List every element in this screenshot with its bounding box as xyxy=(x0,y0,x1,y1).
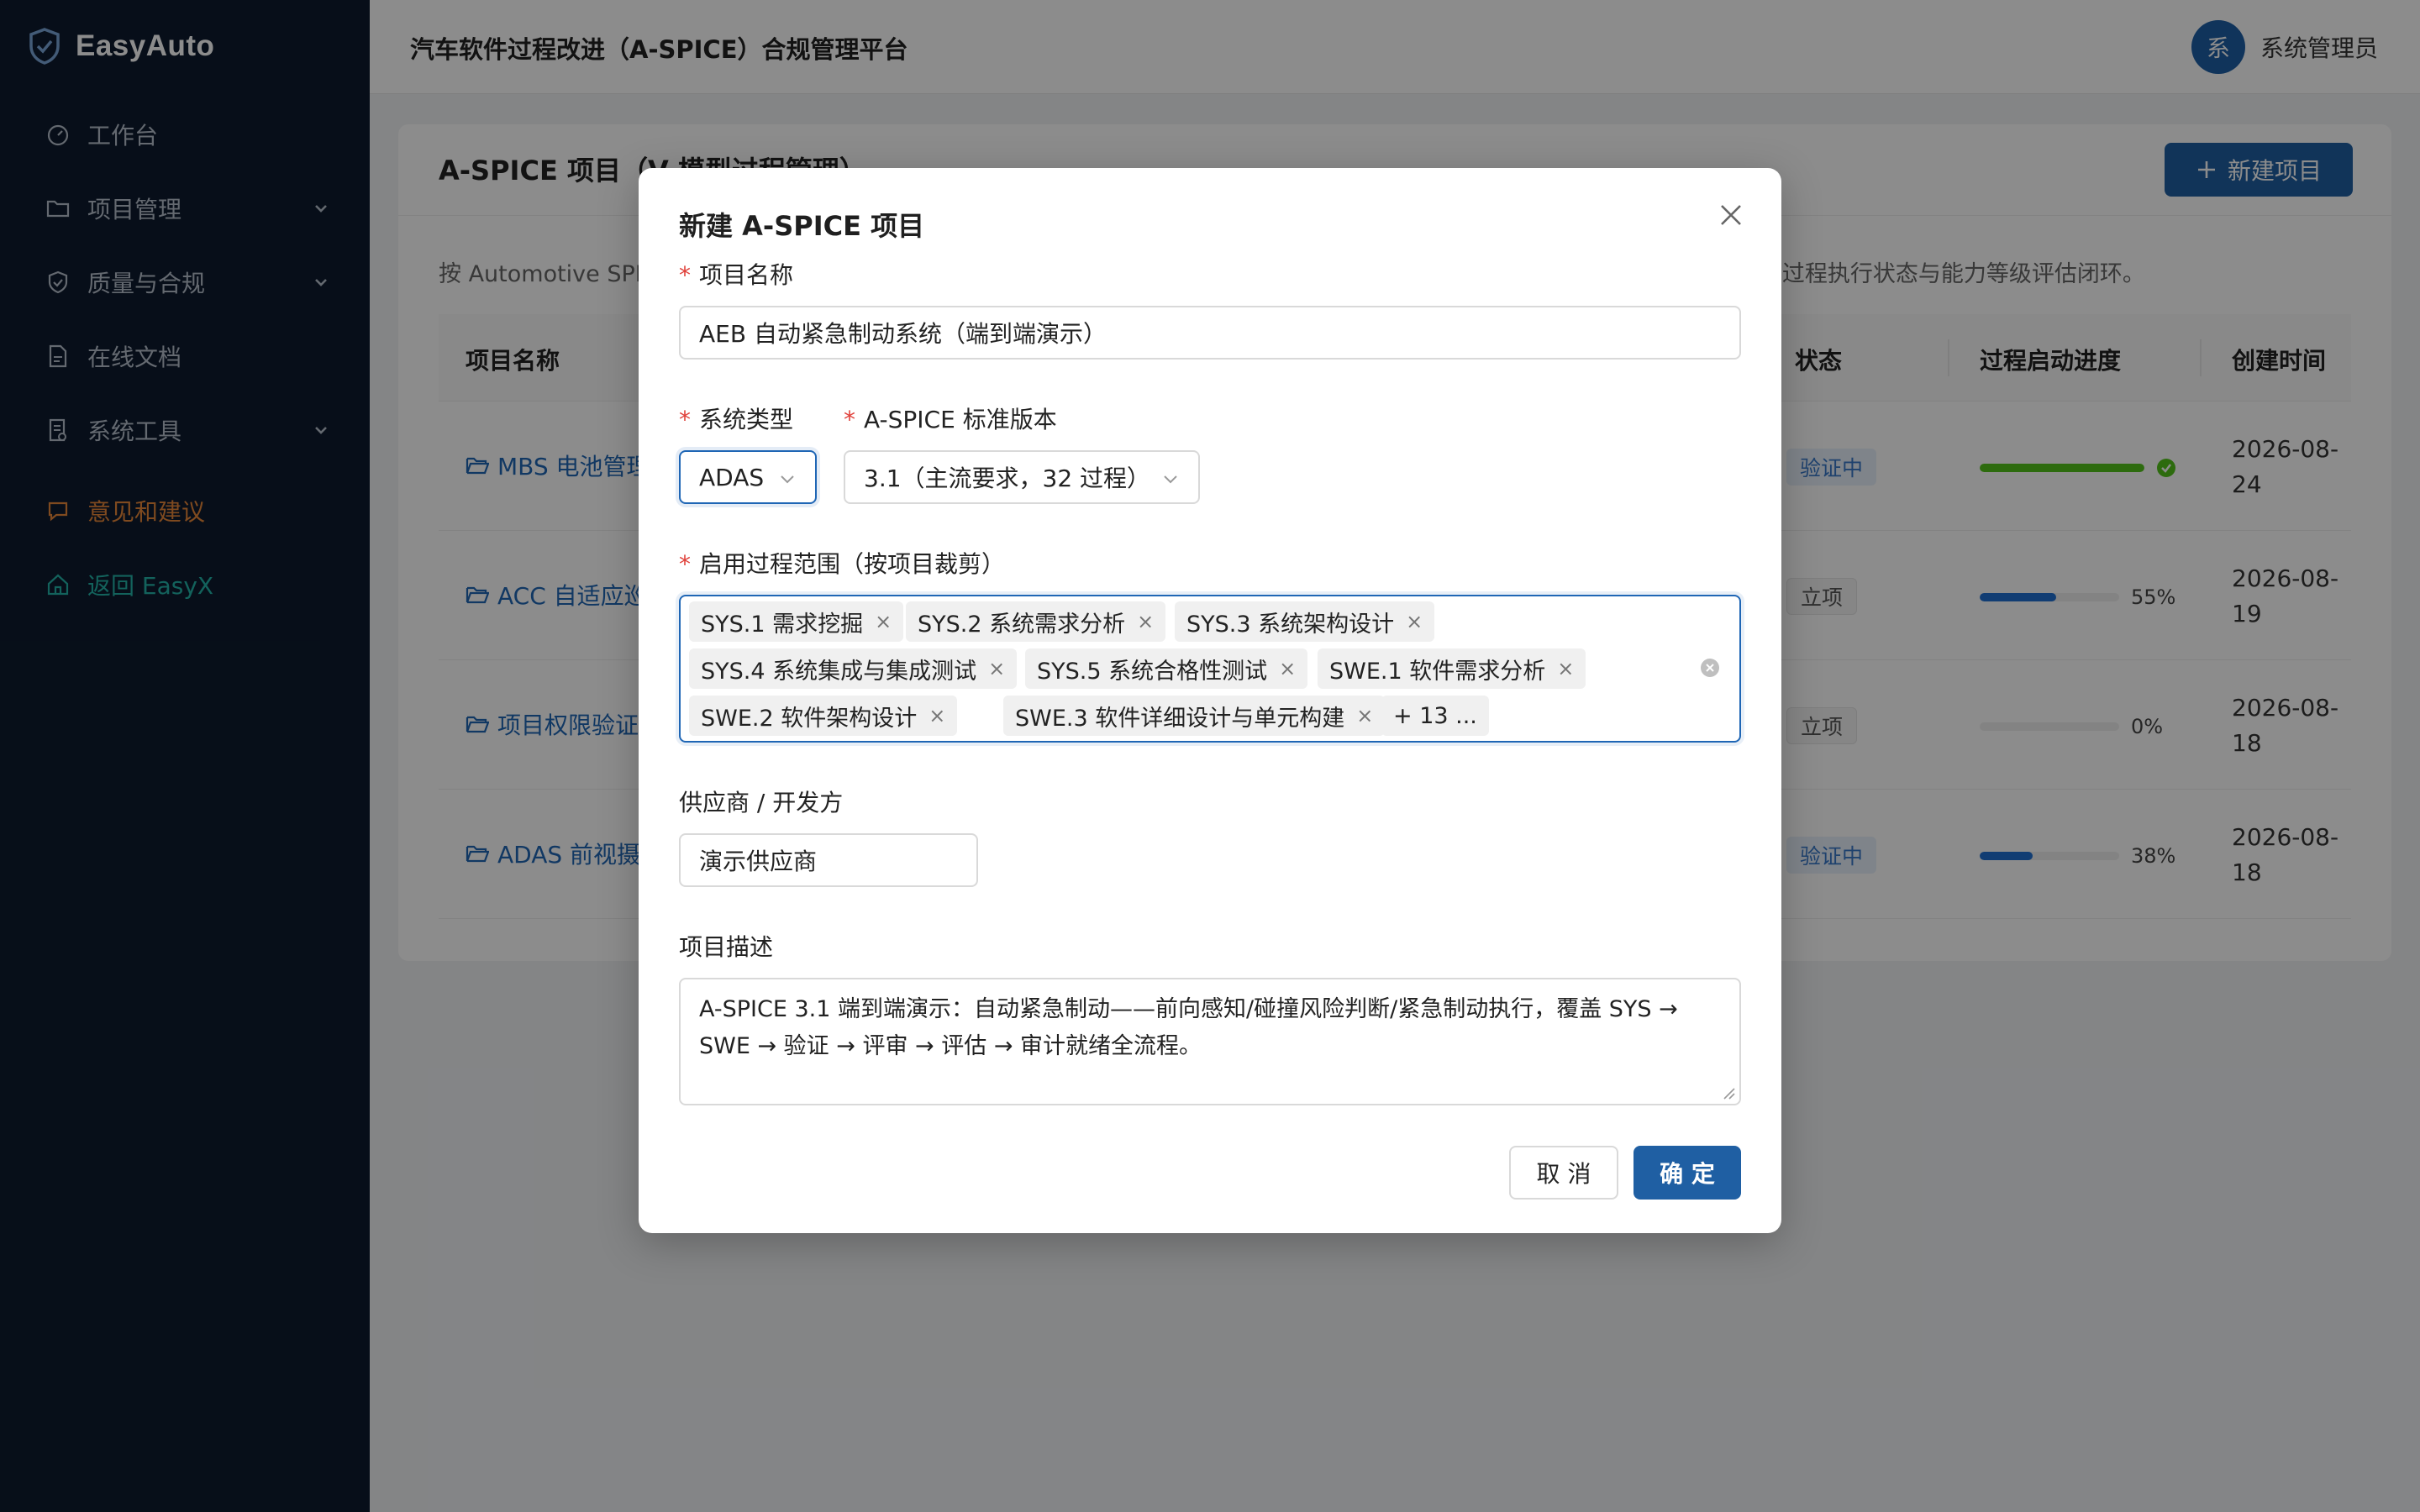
process-tag: SWE.3 软件详细设计与单元构建 × xyxy=(1003,696,1386,736)
tag-remove-icon[interactable]: × xyxy=(1406,610,1423,633)
system-type-value: ADAS xyxy=(699,463,765,491)
system-type-label: * 系统类型 xyxy=(679,406,794,433)
more-tags-indicator: + 13 ... xyxy=(1381,696,1489,736)
chevron-down-icon xyxy=(1164,475,1177,484)
description-line: A-SPICE 3.1 端到端演示：自动紧急制动——前向感知/碰撞风险判断/紧急… xyxy=(699,996,1678,1022)
process-tag: SYS.2 系统需求分析 × xyxy=(906,601,1166,642)
close-icon[interactable] xyxy=(1716,200,1746,230)
process-tag: SYS.1 需求挖掘 × xyxy=(689,601,904,642)
tag-remove-icon[interactable]: × xyxy=(1557,657,1574,680)
description-line: SWE → 验证 → 评审 → 评估 → 审计就绪全流程。 xyxy=(699,1033,1202,1059)
process-scope-multiselect[interactable]: SYS.1 需求挖掘 × SYS.2 系统需求分析 × SYS.3 系统架构设计 × … xyxy=(679,595,1741,743)
chevron-down-icon xyxy=(781,475,794,484)
process-tag: SWE.1 软件需求分析 × xyxy=(1318,648,1586,689)
confirm-button[interactable]: 确 定 xyxy=(1634,1146,1741,1200)
process-tag: SYS.4 系统集成与集成测试 × xyxy=(689,648,1018,689)
process-tag: SWE.2 软件架构设计 × xyxy=(689,696,958,736)
scope-label: * 启用过程范围（按项目裁剪） xyxy=(679,550,1006,578)
supplier-input[interactable]: 演示供应商 xyxy=(679,833,978,887)
modal-title: 新建 A-SPICE 项目 xyxy=(679,210,925,242)
tag-remove-icon[interactable]: × xyxy=(1279,657,1296,680)
description-label: 项目描述 xyxy=(679,933,774,961)
tag-remove-icon[interactable]: × xyxy=(1137,610,1154,633)
new-project-modal: 新建 A-SPICE 项目 * 项目名称 AEB 自动紧急制动系统（端到端演示） … xyxy=(639,168,1781,1233)
description-textarea[interactable]: A-SPICE 3.1 端到端演示：自动紧急制动——前向感知/碰撞风险判断/紧急… xyxy=(679,978,1741,1105)
resize-handle-icon[interactable] xyxy=(1723,1087,1736,1100)
supplier-label: 供应商 / 开发方 xyxy=(679,789,844,816)
cancel-button[interactable]: 取 消 xyxy=(1509,1146,1618,1200)
process-tag: SYS.5 系统合格性测试 × xyxy=(1025,648,1308,689)
tag-remove-icon[interactable]: × xyxy=(929,704,945,727)
version-value: 3.1（主流要求，32 过程） xyxy=(864,465,1151,492)
tag-remove-icon[interactable]: × xyxy=(988,657,1005,680)
project-name-label: * 项目名称 xyxy=(679,261,794,289)
clear-icon[interactable] xyxy=(1699,657,1721,679)
version-select[interactable]: 3.1（主流要求，32 过程） xyxy=(844,450,1200,504)
tag-remove-icon[interactable]: × xyxy=(875,610,892,633)
system-type-select[interactable]: ADAS xyxy=(679,450,817,504)
process-tag: SYS.3 系统架构设计 × xyxy=(1175,601,1435,642)
tag-remove-icon[interactable]: × xyxy=(1356,704,1373,727)
project-name-input[interactable]: AEB 自动紧急制动系统（端到端演示） xyxy=(679,306,1741,360)
version-label: * A-SPICE 标准版本 xyxy=(844,406,1057,433)
